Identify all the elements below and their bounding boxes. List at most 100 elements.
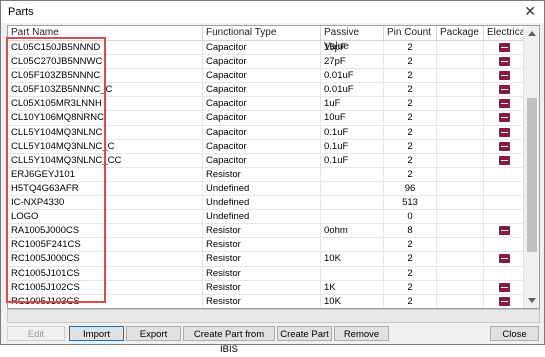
electrical-cell <box>484 168 524 181</box>
table-row[interactable]: H5TQ4G63AFRUndefined96 <box>8 182 524 196</box>
electrical-model-icon[interactable] <box>499 226 510 235</box>
pin-count-cell: 8 <box>384 224 437 237</box>
close-button[interactable]: Close <box>490 326 539 341</box>
remove-button[interactable]: Remove <box>334 326 389 341</box>
electrical-model-icon[interactable] <box>499 57 510 66</box>
part-name-cell: CL05F103ZB5NNNC_C <box>8 83 203 96</box>
electrical-model-icon[interactable] <box>499 85 510 94</box>
electrical-model-icon[interactable] <box>499 71 510 80</box>
pin-count-cell: 2 <box>384 238 437 251</box>
passive-value-cell <box>321 196 384 209</box>
scrollbar-thumb[interactable] <box>527 98 537 252</box>
part-name-cell: IC-NXP4330 <box>8 196 203 209</box>
package-cell <box>437 224 484 237</box>
header-pin-count[interactable]: Pin Count <box>384 26 437 40</box>
horizontal-scrollbar[interactable] <box>7 309 540 323</box>
table-row[interactable]: RC1005J101CSResistor 2 <box>8 267 524 281</box>
table-row[interactable]: CL05F103ZB5NNNC_CCapacitor0.01uF2 <box>8 83 524 97</box>
pin-count-cell: 96 <box>384 182 437 195</box>
passive-value-cell <box>321 267 384 280</box>
table-row[interactable]: ERJ6GEYJ101Resistor2 <box>8 168 524 182</box>
table-row[interactable]: RC1005J102CSResistor1K2 <box>8 281 524 295</box>
table-row[interactable]: CL05F103ZB5NNNCCapacitor0.01uF2 <box>8 69 524 83</box>
table-row[interactable]: CL05X105MR3LNNHCapacitor1uF2 <box>8 97 524 111</box>
table-row[interactable]: RA1005J000CSResistor0ohm8 <box>8 224 524 238</box>
passive-value-cell: 0.1uF <box>321 126 384 139</box>
pin-count-cell: 2 <box>384 126 437 139</box>
create-part-from-ibis-button[interactable]: Create Part from IBIS <box>183 326 275 341</box>
vertical-scrollbar[interactable] <box>523 26 539 308</box>
functional-type-cell: Resistor <box>203 267 321 280</box>
electrical-cell <box>484 55 524 68</box>
package-cell <box>437 238 484 251</box>
table-row[interactable]: CL10Y106MQ8NRNCCapacitor10uF2 <box>8 111 524 125</box>
export-button[interactable]: Export <box>126 326 181 341</box>
functional-type-cell: Undefined <box>203 182 321 195</box>
electrical-model-icon[interactable] <box>499 113 510 122</box>
table-row[interactable]: RC1005J000CSResistor10K2 <box>8 252 524 266</box>
package-cell <box>437 182 484 195</box>
part-name-cell: CL10Y106MQ8NRNC <box>8 111 203 124</box>
table-body: CL05C150JB5NNNDCapacitor15pF2CL05C270JB5… <box>8 41 524 309</box>
passive-value-cell: 0ohm <box>321 224 384 237</box>
electrical-cell <box>484 69 524 82</box>
electrical-cell <box>484 281 524 294</box>
electrical-cell <box>484 196 524 209</box>
pin-count-cell: 2 <box>384 295 437 308</box>
header-part-name[interactable]: Part Name <box>8 26 203 40</box>
passive-value-cell: 0.01uF <box>321 69 384 82</box>
electrical-model-icon[interactable] <box>499 142 510 151</box>
electrical-model-icon[interactable] <box>499 128 510 137</box>
electrical-cell <box>484 295 524 308</box>
functional-type-cell: Undefined <box>203 210 321 223</box>
functional-type-cell: Resistor <box>203 224 321 237</box>
functional-type-cell: Capacitor <box>203 111 321 124</box>
electrical-model-icon[interactable] <box>499 156 510 165</box>
title-bar: Parts ✕ <box>1 1 544 23</box>
functional-type-cell: Resistor <box>203 252 321 265</box>
electrical-cell <box>484 140 524 153</box>
electrical-model-icon[interactable] <box>499 254 510 263</box>
functional-type-cell: Capacitor <box>203 140 321 153</box>
table-row[interactable]: CL05C270JB5NNWCCapacitor27pF2 <box>8 55 524 69</box>
part-name-cell: RC1005J101CS <box>8 267 203 280</box>
close-window-icon[interactable]: ✕ <box>524 4 536 18</box>
table-row[interactable]: CL05C150JB5NNNDCapacitor15pF2 <box>8 41 524 55</box>
edit-button[interactable]: Edit <box>7 326 65 341</box>
table-row[interactable]: CLL5Y104MQ3NLNC_CCCapacitor0.1uF2 <box>8 154 524 168</box>
create-part-button[interactable]: Create Part <box>277 326 332 341</box>
table-row[interactable]: LOGOUndefined0 <box>8 210 524 224</box>
functional-type-cell: Undefined <box>203 196 321 209</box>
electrical-cell <box>484 83 524 96</box>
functional-type-cell: Resistor <box>203 295 321 308</box>
parts-table: Part Name Functional Type Passive Value … <box>7 25 540 309</box>
table-row[interactable]: RC1005J103CSResistor10K2 <box>8 295 524 309</box>
scroll-down-icon[interactable] <box>528 298 536 303</box>
functional-type-cell: Capacitor <box>203 83 321 96</box>
header-electrical[interactable]: Electrical <box>484 26 524 40</box>
pin-count-cell: 2 <box>384 69 437 82</box>
scroll-up-icon[interactable] <box>528 31 536 36</box>
electrical-model-icon[interactable] <box>499 297 510 306</box>
pin-count-cell: 2 <box>384 267 437 280</box>
header-functional-type[interactable]: Functional Type <box>203 26 321 40</box>
electrical-model-icon[interactable] <box>499 99 510 108</box>
package-cell <box>437 69 484 82</box>
table-row[interactable]: CLL5Y104MQ3NLNCCapacitor0.1uF2 <box>8 126 524 140</box>
import-button[interactable]: Import <box>69 326 124 341</box>
passive-value-cell: 10K <box>321 295 384 308</box>
table-row[interactable]: RC1005F241CSResistor2 <box>8 238 524 252</box>
electrical-model-icon[interactable] <box>499 43 510 52</box>
table-row[interactable]: CLL5Y104MQ3NLNC_CCapacitor0.1uF2 <box>8 140 524 154</box>
header-passive-value[interactable]: Passive Value <box>321 26 384 40</box>
part-name-cell: RC1005J103CS <box>8 295 203 308</box>
parts-window: Parts ✕ Part Name Functional Type Passiv… <box>0 0 545 345</box>
table-row[interactable]: IC-NXP4330Undefined513 <box>8 196 524 210</box>
electrical-model-icon[interactable] <box>499 283 510 292</box>
functional-type-cell: Resistor <box>203 238 321 251</box>
pin-count-cell: 2 <box>384 281 437 294</box>
passive-value-cell <box>321 168 384 181</box>
electrical-cell <box>484 182 524 195</box>
header-package[interactable]: Package <box>437 26 484 40</box>
part-name-cell: LOGO <box>8 210 203 223</box>
